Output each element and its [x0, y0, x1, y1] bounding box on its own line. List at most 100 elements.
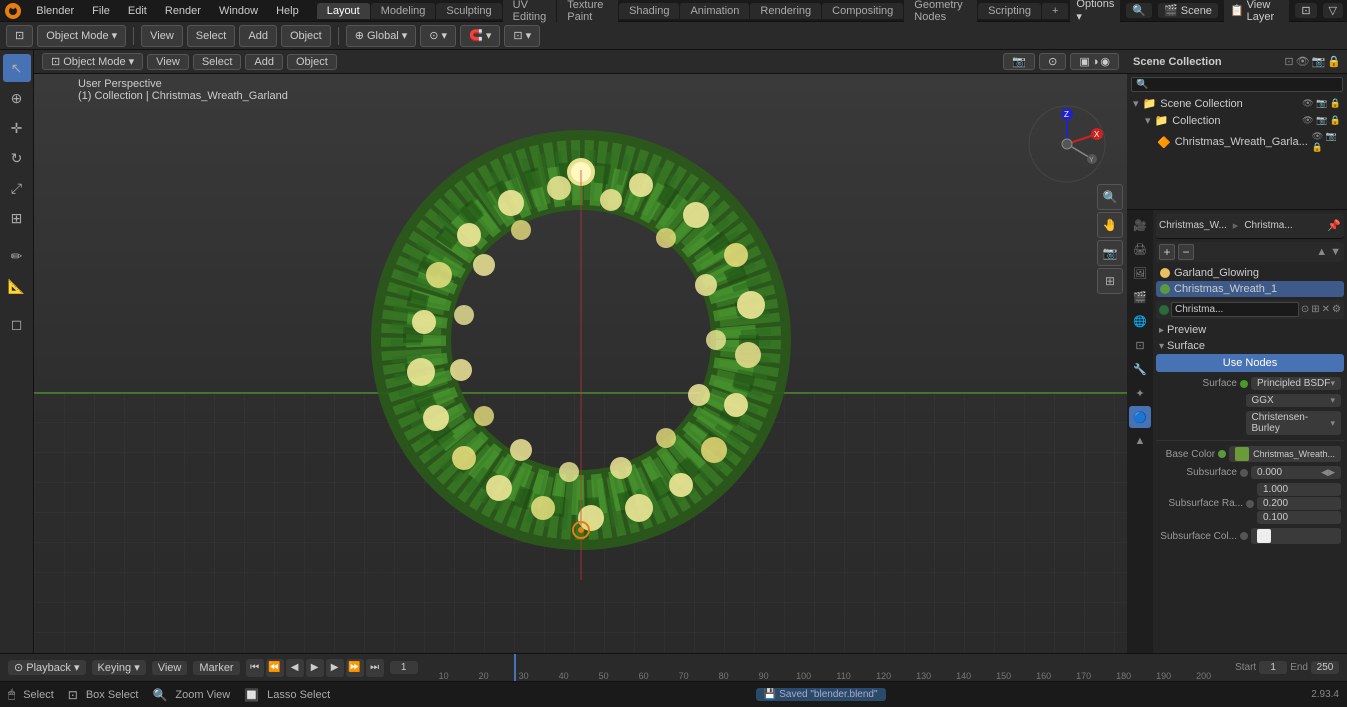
- vp-overlay-btn[interactable]: ⊙: [1039, 53, 1066, 70]
- props-material-icon[interactable]: 🔵: [1129, 406, 1151, 428]
- add-material-btn[interactable]: +: [1159, 244, 1175, 260]
- outliner-filter-icon[interactable]: ⊡: [1284, 55, 1293, 68]
- view-menu[interactable]: View: [152, 661, 188, 675]
- select-btn[interactable]: Select: [187, 25, 236, 47]
- props-render-icon[interactable]: 🎥: [1129, 214, 1151, 236]
- props-modifier-icon[interactable]: 🔧: [1129, 358, 1151, 380]
- base-color-btn[interactable]: Christmas_Wreath...: [1229, 446, 1341, 462]
- rotate-tool[interactable]: ↻: [3, 144, 31, 172]
- tab-modeling[interactable]: Modeling: [371, 3, 436, 19]
- menu-window[interactable]: Window: [211, 3, 266, 19]
- outliner-lock-icon[interactable]: 🔒: [1327, 55, 1341, 68]
- add-btn[interactable]: Add: [239, 25, 277, 47]
- distribution-btn[interactable]: GGX ▾: [1246, 394, 1342, 407]
- subsurface-value-btn[interactable]: 0.000 ◀▶: [1251, 466, 1341, 479]
- options-menu[interactable]: Options ▾: [1070, 0, 1120, 24]
- select-tool[interactable]: ↖: [3, 54, 31, 82]
- tab-scripting[interactable]: Scripting: [978, 3, 1041, 19]
- proportional-btn[interactable]: ⊡ ▾: [504, 25, 540, 47]
- tab-rendering[interactable]: Rendering: [750, 3, 821, 19]
- tab-uv-editing[interactable]: UV Editing: [503, 0, 557, 25]
- material-garland-glowing[interactable]: Garland_Glowing: [1156, 265, 1344, 281]
- mat-settings-btn[interactable]: ⚙: [1332, 304, 1341, 315]
- vp-object[interactable]: Object: [287, 54, 337, 70]
- outliner-search-input[interactable]: [1131, 77, 1343, 92]
- jump-start-btn[interactable]: ⏮: [246, 659, 264, 677]
- menu-render[interactable]: Render: [157, 3, 209, 19]
- outliner-render-icon[interactable]: 📷: [1312, 55, 1326, 68]
- sub-rad-val2[interactable]: 0.200: [1257, 497, 1341, 510]
- menu-help[interactable]: Help: [268, 3, 307, 19]
- tab-layout[interactable]: Layout: [317, 3, 370, 19]
- tab-add[interactable]: +: [1042, 3, 1068, 19]
- mat-delete-btn[interactable]: ✕: [1322, 304, 1330, 315]
- menu-edit[interactable]: Edit: [120, 3, 155, 19]
- filter-btn[interactable]: ▽: [1323, 3, 1343, 18]
- vp-view[interactable]: View: [147, 54, 189, 70]
- surface-section-header[interactable]: ▾ Surface: [1156, 338, 1344, 354]
- transform-tool[interactable]: ⊞: [3, 204, 31, 232]
- scale-tool[interactable]: ⤢: [3, 174, 31, 202]
- measure-tool[interactable]: 📐: [3, 272, 31, 300]
- props-view-icon[interactable]: 🖼: [1129, 262, 1151, 284]
- props-pin-icon[interactable]: 📌: [1327, 219, 1341, 232]
- search-btn[interactable]: 🔍: [1126, 3, 1152, 18]
- transform-btn[interactable]: ⊕ Global ▾: [346, 25, 417, 47]
- vp-select[interactable]: Select: [193, 54, 242, 70]
- outliner-christmas-wreath[interactable]: 🔶 Christmas_Wreath_Garla... 👁 📷 🔒: [1127, 129, 1347, 155]
- fullscreen-btn[interactable]: ⊡: [1295, 3, 1316, 18]
- marker-menu[interactable]: Marker: [193, 661, 239, 675]
- subsurface-col-swatch[interactable]: [1257, 529, 1271, 543]
- annotate-tool[interactable]: ✏: [3, 242, 31, 270]
- play-btn[interactable]: ▶: [306, 659, 324, 677]
- subsurface-method-btn[interactable]: Christensen-Burley ▾: [1246, 411, 1342, 435]
- mat-browse-btn[interactable]: ⊙: [1301, 304, 1309, 315]
- render-shade-btn[interactable]: ◉: [1100, 55, 1110, 68]
- viewport[interactable]: ⊡ Object Mode ▾ View Select Add Object 📷…: [34, 50, 1127, 653]
- wire-shade-btn[interactable]: ▣: [1079, 55, 1089, 68]
- mode-icon-btn[interactable]: ⊡: [6, 25, 33, 47]
- scroll-down-icon[interactable]: ▼: [1330, 246, 1341, 258]
- props-particles-icon[interactable]: ✦: [1129, 382, 1151, 404]
- vp-shading-btns[interactable]: ▣ ◑ ◉: [1070, 53, 1119, 70]
- props-world-icon[interactable]: 🌐: [1129, 310, 1151, 332]
- use-nodes-btn[interactable]: Use Nodes: [1156, 354, 1344, 372]
- tab-shading[interactable]: Shading: [619, 3, 679, 19]
- viewport-canvas[interactable]: X Y Z 🔍 🤚 📷 ⊞: [34, 74, 1127, 653]
- vp-add[interactable]: Add: [245, 54, 283, 70]
- view-btn[interactable]: View: [141, 25, 183, 47]
- next-frame-btn[interactable]: ⏩: [346, 659, 364, 677]
- move-tool[interactable]: ✛: [3, 114, 31, 142]
- props-output-icon[interactable]: 🖨: [1129, 238, 1151, 260]
- preview-section-header[interactable]: ▸ Preview: [1156, 322, 1344, 338]
- menu-blender[interactable]: Blender: [28, 3, 82, 19]
- prev-keyframe-btn[interactable]: ◀: [286, 659, 304, 677]
- scroll-up-icon[interactable]: ▲: [1316, 246, 1327, 258]
- playback-menu[interactable]: ⊙ Playback ▾: [8, 660, 86, 675]
- cursor-tool[interactable]: ⊕: [3, 84, 31, 112]
- add-cube-tool[interactable]: ◻: [3, 310, 31, 338]
- end-frame[interactable]: 250: [1311, 661, 1339, 674]
- props-data-icon[interactable]: ▲: [1129, 430, 1151, 452]
- view-layer-selector[interactable]: 📋 View Layer: [1224, 0, 1289, 24]
- sub-rad-val3[interactable]: 0.100: [1257, 511, 1341, 524]
- pivot-btn[interactable]: ⊙ ▾: [420, 25, 456, 47]
- surface-type-btn[interactable]: Principled BSDF ▾: [1251, 377, 1341, 390]
- mat-input-field[interactable]: Christma...: [1171, 302, 1299, 317]
- subsurface-col-btn[interactable]: [1251, 528, 1341, 544]
- jump-end-btn[interactable]: ⏭: [366, 659, 384, 677]
- sub-rad-val1[interactable]: 1.000: [1257, 483, 1341, 496]
- tab-animation[interactable]: Animation: [680, 3, 749, 19]
- outliner-vis-icon[interactable]: 👁: [1296, 55, 1310, 68]
- tab-texture-paint[interactable]: Texture Paint: [557, 0, 618, 25]
- next-keyframe-btn[interactable]: ▶: [326, 659, 344, 677]
- start-frame[interactable]: 1: [1259, 661, 1287, 674]
- outliner-collection[interactable]: ▾ 📁 Collection 👁 📷 🔒: [1127, 112, 1347, 129]
- tab-compositing[interactable]: Compositing: [822, 3, 903, 19]
- scene-selector[interactable]: 🎬 Scene: [1158, 3, 1218, 18]
- menu-file[interactable]: File: [84, 3, 118, 19]
- collection-view-btn[interactable]: ⊞: [1097, 268, 1123, 294]
- zoom-out-btn[interactable]: 🤚: [1097, 212, 1123, 238]
- solid-shade-btn[interactable]: ◑: [1092, 56, 1099, 68]
- tab-sculpting[interactable]: Sculpting: [436, 3, 501, 19]
